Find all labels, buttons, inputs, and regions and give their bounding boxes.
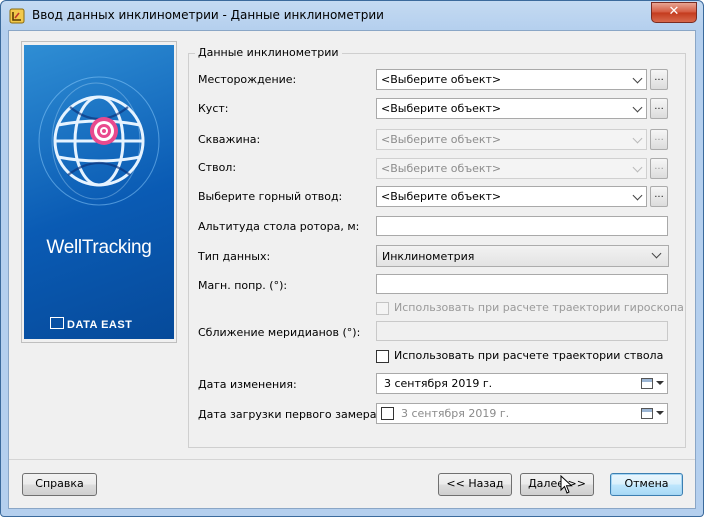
first-measure-date-picker[interactable]: 3 сентября 2019 г. [376, 403, 668, 424]
company-name: DATA EAST [67, 319, 133, 331]
field-browse-button[interactable]: ... [650, 69, 668, 90]
change-date-label: Дата изменения: [198, 378, 297, 391]
data-type-label: Тип данных: [198, 250, 271, 263]
rotor-altitude-label: Альтитуда стола ротора, м: [198, 220, 360, 233]
first-measure-date-label: Дата загрузки первого замера: [198, 408, 381, 421]
change-date-value: 3 сентября 2019 г. [384, 377, 493, 390]
allotment-combo[interactable]: <Выберите объект> [376, 186, 647, 207]
bore-trajectory-checkbox-label: Использовать при расчете траектории ство… [394, 349, 664, 362]
field-combo[interactable]: <Выберите объект> [376, 69, 647, 90]
rotor-altitude-input[interactable] [376, 216, 668, 236]
first-measure-date-value: 3 сентября 2019 г. [401, 407, 510, 420]
dataeast-mark-icon [50, 317, 64, 329]
window-title: Ввод данных инклинометрии - Данные инкли… [32, 8, 384, 22]
convergence-label: Сближение меридианов (°): [198, 326, 361, 339]
bore-trajectory-checkbox[interactable] [376, 350, 389, 363]
button-separator [9, 459, 695, 460]
well-combo[interactable]: <Выберите объект> [376, 129, 647, 150]
mouse-cursor-icon [560, 475, 573, 494]
dropdown-arrow-icon [656, 381, 664, 385]
well-browse-button[interactable]: ... [650, 129, 668, 150]
first-measure-date-checkbox[interactable] [381, 407, 394, 420]
field-combo-value: <Выберите объект> [381, 73, 502, 86]
calendar-icon [641, 378, 653, 389]
field-label: Месторождение: [198, 73, 297, 86]
calendar-icon [641, 408, 653, 419]
change-date-picker[interactable]: 3 сентября 2019 г. [376, 373, 668, 394]
bore-combo[interactable]: <Выберите объект> [376, 158, 647, 179]
help-button[interactable]: Справка [22, 473, 97, 496]
groupbox-title: Данные инклинометрии [195, 46, 342, 59]
welltracking-logo: WellTracking DATA EAST [24, 45, 174, 339]
dropdown-arrow-icon [656, 411, 664, 415]
chevron-down-icon [651, 248, 662, 259]
chevron-down-icon [632, 190, 643, 201]
company-logo: DATA EAST [50, 317, 132, 331]
back-button[interactable]: << Назад [438, 473, 512, 496]
allotment-combo-value: <Выберите объект> [381, 190, 502, 203]
globe-logo-icon [38, 76, 160, 206]
app-icon [9, 8, 25, 24]
bore-label: Ствол: [198, 161, 237, 174]
pad-combo[interactable]: <Выберите объект> [376, 98, 647, 119]
cancel-button[interactable]: Отмена [610, 473, 683, 496]
dialog-client-area: WellTracking DATA EAST Данные инклиномет… [8, 30, 696, 509]
convergence-input[interactable] [376, 321, 668, 341]
pad-label: Куст: [198, 102, 229, 115]
next-button[interactable]: Далее >> [520, 473, 594, 496]
bore-browse-button[interactable]: ... [650, 158, 668, 179]
chevron-down-icon [632, 133, 643, 144]
product-name: WellTracking [46, 237, 152, 258]
data-type-value: Инклинометрия [382, 250, 475, 263]
pad-combo-value: <Выберите объект> [381, 102, 502, 115]
chevron-down-icon [632, 162, 643, 173]
bore-combo-value: <Выберите объект> [381, 162, 502, 175]
chevron-down-icon [632, 102, 643, 113]
side-panel: WellTracking DATA EAST [21, 41, 177, 343]
chevron-down-icon [632, 73, 643, 84]
mag-correction-label: Магн. попр. (°): [198, 279, 288, 292]
data-type-select[interactable]: Инклинометрия [376, 245, 669, 267]
title-bar[interactable]: Ввод данных инклинометрии - Данные инкли… [1, 1, 703, 31]
gyro-checkbox[interactable] [376, 302, 389, 315]
well-combo-value: <Выберите объект> [381, 133, 502, 146]
allotment-label: Выберите горный отвод: [198, 190, 343, 203]
well-label: Скважина: [198, 133, 261, 146]
mag-correction-input[interactable] [376, 274, 668, 294]
allotment-browse-button[interactable]: ... [650, 186, 668, 207]
gyro-checkbox-label: Использовать при расчете траектории гиро… [394, 301, 684, 314]
pad-browse-button[interactable]: ... [650, 98, 668, 119]
close-button[interactable]: ✕ [651, 2, 697, 23]
